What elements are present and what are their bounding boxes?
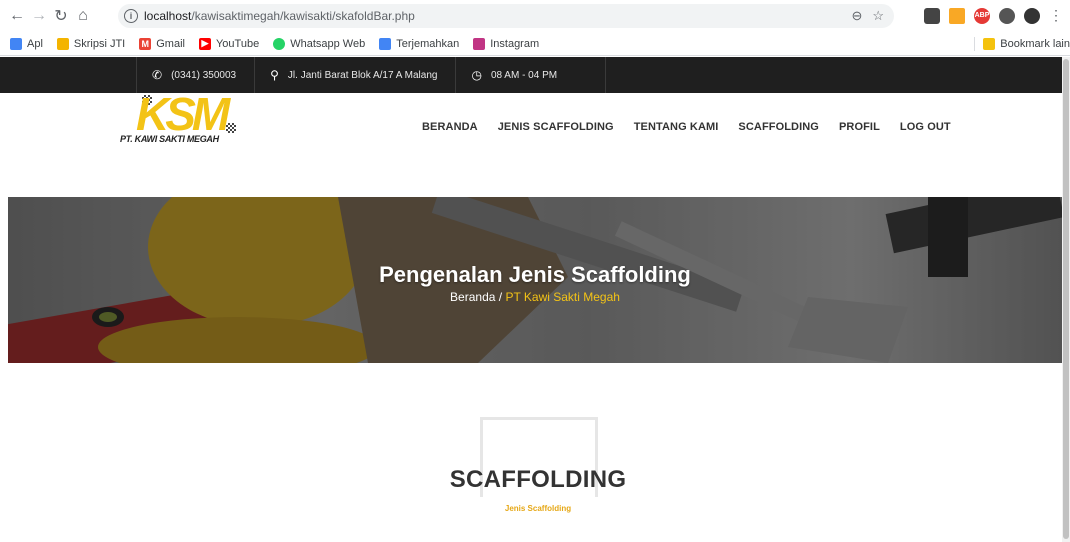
phone-text: (0341) 350003 bbox=[171, 69, 237, 81]
cloud-extension-icon[interactable] bbox=[924, 7, 940, 24]
page-scrollbar[interactable] bbox=[1062, 57, 1070, 542]
menu-item-scaffolding[interactable]: SCAFFOLDING bbox=[738, 121, 819, 133]
translate-icon bbox=[379, 37, 392, 50]
menu-kebab-icon[interactable]: ⋮ bbox=[1049, 7, 1063, 24]
info-icon[interactable]: i bbox=[124, 9, 138, 23]
hours-text: 08 AM - 04 PM bbox=[490, 69, 558, 81]
logo-mark: KSM bbox=[136, 88, 230, 140]
bookmark-instagram[interactable]: Instagram bbox=[473, 37, 540, 50]
menu-item-log-out[interactable]: LOG OUT bbox=[900, 121, 951, 133]
gmail-icon: M bbox=[139, 37, 152, 50]
divider bbox=[974, 36, 976, 51]
clock-icon: ◷ bbox=[471, 68, 482, 82]
profile-avatar-icon[interactable] bbox=[1024, 7, 1040, 24]
section-subtitle: Jenis Scaffolding bbox=[504, 504, 572, 513]
map-pin-icon: ⚲ bbox=[270, 68, 279, 82]
menu-item-profil[interactable]: PROFIL bbox=[839, 121, 880, 133]
url-host: localhost bbox=[144, 9, 192, 23]
url-text[interactable]: localhost/kawisaktimegah/kawisakti/skafo… bbox=[144, 9, 415, 23]
bookmark-gmail[interactable]: M Gmail bbox=[139, 37, 185, 50]
browser-toolbar: ← → ↻ ⌂ i localhost/kawisaktimegah/kawis… bbox=[0, 0, 1070, 32]
main-menu: BERANDA JENIS SCAFFOLDING TENTANG KAMI S… bbox=[422, 121, 971, 133]
section-title: SCAFFOLDING bbox=[449, 466, 627, 493]
hero-banner: Pengenalan Jenis Scaffolding Beranda / P… bbox=[8, 197, 1062, 363]
bookmark-other[interactable]: Bookmark lain bbox=[974, 36, 1070, 51]
bookmark-label: Whatsapp Web bbox=[290, 37, 366, 50]
bookmark-youtube[interactable]: ▶ YouTube bbox=[198, 37, 260, 50]
logo-qr-pattern bbox=[226, 123, 236, 133]
puzzle-extension-icon[interactable] bbox=[999, 7, 1015, 24]
contact-hours: ◷ 08 AM - 04 PM bbox=[456, 57, 607, 93]
scrollbar-thumb[interactable] bbox=[1063, 59, 1069, 539]
bookmark-label: Apl bbox=[27, 37, 43, 50]
reload-button[interactable]: ↻ bbox=[50, 5, 72, 27]
back-button[interactable]: ← bbox=[6, 5, 28, 27]
bookmark-translate[interactable]: Terjemahkan bbox=[379, 37, 460, 50]
bookmark-whatsapp[interactable]: Whatsapp Web bbox=[273, 37, 366, 50]
bookmark-skripsi[interactable]: Skripsi JTI bbox=[56, 37, 126, 50]
address-bar[interactable]: i localhost/kawisaktimegah/kawisakti/ska… bbox=[118, 4, 894, 28]
folder-icon bbox=[983, 37, 996, 50]
contact-address: ⚲ Jl. Janti Barat Blok A/17 A Malang bbox=[255, 57, 457, 93]
bookmarks-bar: Apl Skripsi JTI M Gmail ▶ YouTube Whatsapp… bbox=[0, 32, 1070, 56]
logo-company-name: PT. KAWI SAKTI MEGAH bbox=[120, 134, 219, 144]
breadcrumb: Beranda / PT Kawi Sakti Megah bbox=[8, 290, 1062, 304]
zoom-icon[interactable]: ⊖ bbox=[851, 8, 862, 24]
breadcrumb-home[interactable]: Beranda bbox=[450, 290, 495, 304]
bookmark-label: Skripsi JTI bbox=[73, 37, 126, 50]
instagram-icon bbox=[473, 37, 486, 50]
star-icon[interactable]: ☆ bbox=[872, 8, 884, 24]
bookmark-apps[interactable]: Apl bbox=[10, 37, 43, 50]
whatsapp-icon bbox=[273, 37, 286, 50]
bookmark-label: YouTube bbox=[215, 37, 260, 50]
address-text: Jl. Janti Barat Blok A/17 A Malang bbox=[287, 69, 438, 81]
breadcrumb-separator: / bbox=[495, 290, 506, 304]
phone-icon: ✆ bbox=[152, 68, 163, 82]
adblock-extension-icon[interactable]: ABP bbox=[974, 7, 990, 24]
menu-item-jenis-scaffolding[interactable]: JENIS SCAFFOLDING bbox=[498, 121, 614, 133]
home-button[interactable]: ⌂ bbox=[72, 5, 94, 27]
bookmark-other-label: Bookmark lain bbox=[1000, 37, 1070, 50]
hero-title: Pengenalan Jenis Scaffolding bbox=[379, 262, 691, 287]
sun-icon bbox=[56, 37, 69, 50]
breadcrumb-current: PT Kawi Sakti Megah bbox=[505, 290, 620, 304]
site-logo[interactable]: KSM PT. KAWI SAKTI MEGAH bbox=[118, 88, 242, 149]
menu-item-tentang-kami[interactable]: TENTANG KAMI bbox=[634, 121, 719, 133]
bookmark-label: Gmail bbox=[156, 37, 185, 50]
menu-item-beranda[interactable]: BERANDA bbox=[422, 121, 478, 133]
bookmark-label: Instagram bbox=[490, 37, 540, 50]
play-extension-icon[interactable] bbox=[949, 7, 965, 24]
forward-button[interactable]: → bbox=[28, 5, 50, 27]
url-path: /kawisaktimegah/kawisakti/skafoldBar.php bbox=[191, 9, 415, 23]
apps-grid-icon bbox=[10, 37, 22, 50]
bookmark-label: Terjemahkan bbox=[396, 37, 460, 50]
site-header: KSM PT. KAWI SAKTI MEGAH BERANDA JENIS S… bbox=[0, 88, 1062, 197]
youtube-icon: ▶ bbox=[198, 37, 211, 50]
